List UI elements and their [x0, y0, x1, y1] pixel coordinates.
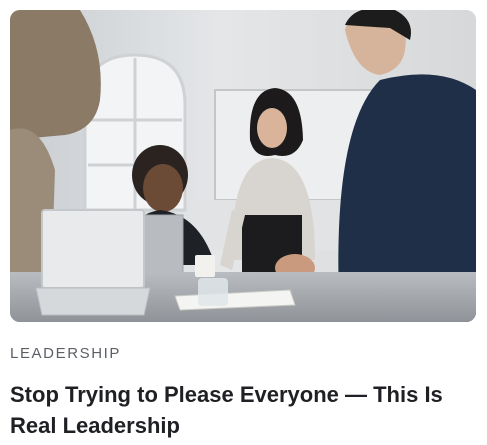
article-card[interactable]: LEADERSHIP Stop Trying to Please Everyon… [0, 0, 487, 445]
coffee-cup [195, 255, 215, 277]
laptop-left [35, 209, 151, 316]
article-hero-image[interactable] [10, 10, 476, 322]
article-category[interactable]: LEADERSHIP [10, 345, 121, 362]
article-title[interactable]: Stop Trying to Please Everyone — This Is… [10, 379, 480, 441]
water-glass [198, 278, 228, 306]
